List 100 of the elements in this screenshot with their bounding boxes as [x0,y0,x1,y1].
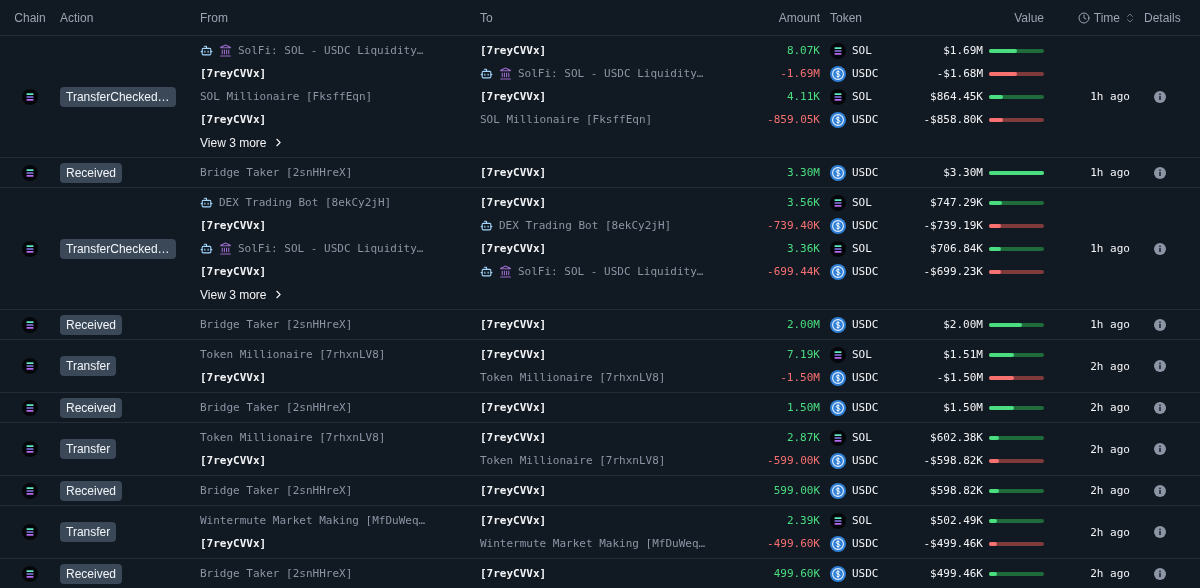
time-ago: 2h ago [1090,401,1130,414]
token-bars-icon [22,524,38,540]
sort-icon[interactable] [1124,11,1136,24]
token-bars-icon [22,164,38,181]
info-icon[interactable] [1154,90,1166,103]
action-badge: TransferChecked… [60,238,176,259]
amount: -499.60K [767,537,820,550]
token-symbol: SOL [852,90,872,103]
account-label[interactable]: Token Millionaire [7rhxnLV8] [480,454,666,467]
token-symbol: USDC [852,484,879,497]
action-badge: Received [60,480,123,501]
account-label[interactable]: DEX Trading Bot [8ekCy2jH] [499,219,672,232]
time-ago: 1h ago [1090,90,1130,103]
action-badge: Transfer [60,522,117,542]
wallet-address[interactable]: [7reyCVVx] [200,219,267,232]
account-label[interactable]: Bridge Taker [2snHHreX] [200,567,353,580]
info-icon[interactable] [1154,242,1166,255]
info-icon[interactable] [1154,567,1166,580]
token-symbol: USDC [852,166,879,179]
token-symbol: USDC [852,537,879,550]
action-badge: Transfer [60,439,117,459]
amount: 3.56K [786,196,820,209]
token-symbol: USDC [852,67,879,80]
account-label[interactable]: SolFi: SOL - USDC Liquidity… [238,242,424,255]
column-header: From [200,10,228,25]
account-label[interactable]: Wintermute Market Making [MfDuWeq… [200,514,426,527]
time-ago: 2h ago [1090,484,1130,497]
token-bars-icon [22,88,38,105]
column-header: Token [830,10,863,25]
info-icon[interactable] [1154,318,1166,331]
column-header: Amount [778,10,820,25]
info-icon[interactable] [1154,401,1166,414]
info-icon[interactable] [1154,526,1166,538]
wallet-address[interactable]: [7reyCVVx] [200,67,267,80]
amount: -739.40K [767,219,820,232]
wallet-address[interactable]: [7reyCVVx] [200,454,267,467]
account-label[interactable]: SolFi: SOL - USDC Liquidity… [238,44,424,57]
account-label[interactable]: Wintermute Market Making [MfDuWeq… [480,537,706,550]
account-label[interactable]: Bridge Taker [2snHHreX] [200,484,353,497]
info-icon[interactable] [1154,166,1166,179]
token-symbol: USDC [852,401,879,414]
token-symbol: USDC [852,318,879,331]
wallet-address[interactable]: [7reyCVVx] [480,567,547,580]
usd-value: -$1.50M [936,371,983,384]
amount: 1.50M [786,401,820,414]
wallet-address[interactable]: [7reyCVVx] [480,401,547,414]
amount: -699.44K [767,265,820,278]
amount: 2.00M [786,318,820,331]
account-label[interactable]: SOL Millionaire [FksffEqn] [200,90,373,103]
account-label[interactable]: DEX Trading Bot [8ekCy2jH] [219,196,392,209]
token-symbol: USDC [852,113,879,126]
account-label[interactable]: SOL Millionaire [FksffEqn] [480,113,653,126]
wallet-address[interactable]: [7reyCVVx] [480,242,547,255]
account-label[interactable]: SolFi: SOL - USDC Liquidity… [518,67,704,80]
amount: 2.87K [786,431,820,444]
wallet-address[interactable]: [7reyCVVx] [200,537,267,550]
amount: 2.39K [786,514,820,527]
wallet-address[interactable]: [7reyCVVx] [480,484,547,497]
time-ago: 2h ago [1090,525,1130,539]
account-label[interactable]: Bridge Taker [2snHHreX] [200,166,353,179]
token-symbol: USDC [852,219,879,232]
wallet-address[interactable]: [7reyCVVx] [200,113,267,126]
token-symbol: USDC [852,454,879,467]
account-label[interactable]: Token Millionaire [7rhxnLV8] [200,431,386,444]
token-bars-icon [22,316,38,333]
info-icon[interactable] [1154,484,1166,497]
account-label[interactable]: Bridge Taker [2snHHreX] [200,401,353,414]
wallet-address[interactable]: [7reyCVVx] [480,44,547,57]
usd-value: $502.49K [930,514,983,527]
action-badge: Received [60,397,123,418]
info-icon[interactable] [1154,360,1166,372]
token-symbol: SOL [852,514,872,527]
usd-value: $1.69M [943,44,983,57]
account-label[interactable]: SolFi: SOL - USDC Liquidity… [518,265,704,278]
account-label[interactable]: Token Millionaire [7rhxnLV8] [480,371,666,384]
wallet-address[interactable]: [7reyCVVx] [480,90,547,103]
wallet-address[interactable]: [7reyCVVx] [480,196,547,209]
wallet-address[interactable]: [7reyCVVx] [480,514,547,527]
usd-value: $499.46K [930,567,983,580]
amount: -859.05K [767,113,820,126]
wallet-address[interactable]: [7reyCVVx] [480,318,547,331]
usd-value: -$739.19K [923,219,983,232]
account-label[interactable]: Token Millionaire [7rhxnLV8] [200,348,386,361]
token-symbol: USDC [852,371,879,384]
wallet-address[interactable]: [7reyCVVx] [480,348,547,361]
token-symbol: SOL [852,44,872,57]
view-more-link[interactable]: View 3 more [200,135,286,150]
column-header[interactable]: Time [1093,10,1120,25]
amount: -1.50M [780,371,820,384]
wallet-address[interactable]: [7reyCVVx] [200,265,267,278]
action-badge: Received [60,162,123,183]
token-bars-icon [22,240,38,257]
info-icon[interactable] [1154,443,1166,455]
wallet-address[interactable]: [7reyCVVx] [480,166,547,179]
wallet-address[interactable]: [7reyCVVx] [480,431,547,444]
view-more-link[interactable]: View 3 more [200,287,286,302]
wallet-address[interactable]: [7reyCVVx] [200,371,267,384]
amount: 3.36K [786,242,820,255]
usd-value: $1.51M [943,348,983,361]
account-label[interactable]: Bridge Taker [2snHHreX] [200,318,353,331]
